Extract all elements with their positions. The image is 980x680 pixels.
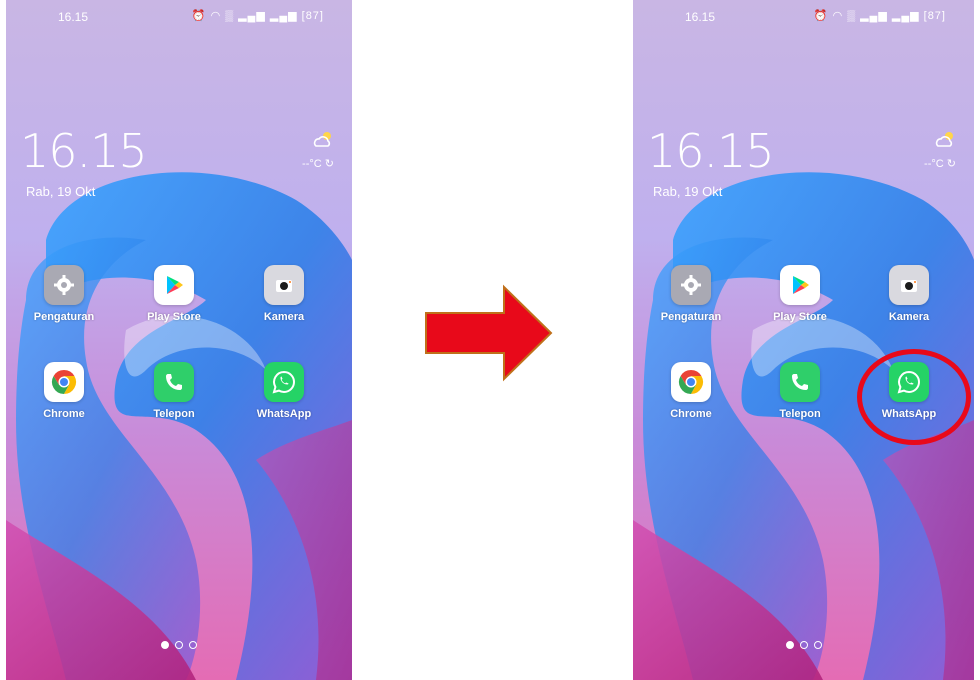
wallpaper <box>633 0 974 680</box>
page-dot[interactable] <box>799 641 808 649</box>
app-play-store[interactable]: Play Store <box>760 265 840 323</box>
page-dot[interactable] <box>785 641 794 649</box>
phone-screen-after: 16.15 ⏰ ◠ ▒ ▂▄▆ ▂▄▆ [87] 16.15 Rab, 19 O… <box>633 0 974 680</box>
highlight-circle <box>857 349 971 445</box>
app-label: Pengaturan <box>660 311 722 323</box>
app-pengaturan[interactable]: Pengaturan <box>24 265 104 323</box>
clock-widget[interactable]: 16.15 <box>20 124 148 178</box>
page-indicator[interactable] <box>6 636 352 654</box>
page-dot[interactable] <box>161 641 169 649</box>
app-label: Play Store <box>147 311 201 323</box>
app-label: Pengaturan <box>33 311 95 323</box>
weather-widget[interactable]: --°C ↻ <box>924 130 956 170</box>
chrome-icon <box>671 362 711 402</box>
date-label: Rab, 19 Okt <box>26 184 96 199</box>
chrome-icon <box>44 362 84 402</box>
app-label: Play Store <box>773 311 827 323</box>
status-icons: ⏰ ◠ ▒ ▂▄▆ ▂▄▆ [87] <box>813 10 946 22</box>
app-chrome[interactable]: Chrome <box>24 362 104 420</box>
phone-icon <box>154 362 194 402</box>
wallpaper <box>6 0 352 680</box>
app-telepon[interactable]: Telepon <box>760 362 840 420</box>
camera-icon <box>889 265 929 305</box>
date-label: Rab, 19 Okt <box>653 184 723 199</box>
whatsapp-icon <box>264 362 304 402</box>
status-icons: ⏰ ◠ ▒ ▂▄▆ ▂▄▆ [87] <box>191 10 324 22</box>
settings-gear-icon <box>44 265 84 305</box>
app-telepon[interactable]: Telepon <box>134 362 214 420</box>
app-label: Telepon <box>779 408 821 420</box>
phone-icon <box>780 362 820 402</box>
weather-temp: --°C ↻ <box>924 158 956 170</box>
app-play-store[interactable]: Play Store <box>134 265 214 323</box>
app-whatsapp[interactable]: WhatsApp <box>244 362 324 420</box>
app-kamera[interactable]: Kamera <box>244 265 324 323</box>
settings-gear-icon <box>671 265 711 305</box>
app-label: Chrome <box>670 408 712 420</box>
status-time: 16.15 <box>685 10 716 24</box>
app-pengaturan[interactable]: Pengaturan <box>651 265 731 323</box>
app-label: Kamera <box>263 311 305 323</box>
page-dot[interactable] <box>189 641 197 649</box>
play-store-icon <box>780 265 820 305</box>
play-store-icon <box>154 265 194 305</box>
app-label: WhatsApp <box>256 408 312 420</box>
app-label: Kamera <box>888 311 930 323</box>
camera-icon <box>264 265 304 305</box>
app-label: Telepon <box>153 408 195 420</box>
app-kamera[interactable]: Kamera <box>869 265 949 323</box>
phone-screen-before: 16.15 ⏰ ◠ ▒ ▂▄▆ ▂▄▆ [87] 16.15 Rab, 19 O… <box>6 0 352 680</box>
right-arrow-icon <box>425 284 553 382</box>
clock-widget[interactable]: 16.15 <box>647 124 775 178</box>
page-indicator[interactable] <box>633 636 974 654</box>
status-bar: 16.15 ⏰ ◠ ▒ ▂▄▆ ▂▄▆ [87] <box>633 0 974 34</box>
weather-widget[interactable]: --°C ↻ <box>302 130 334 170</box>
status-bar: 16.15 ⏰ ◠ ▒ ▂▄▆ ▂▄▆ [87] <box>6 0 352 34</box>
page-dot[interactable] <box>813 641 822 649</box>
weather-temp: --°C ↻ <box>302 158 334 170</box>
status-time: 16.15 <box>58 10 89 24</box>
cloud-sun-icon <box>313 132 331 147</box>
cloud-sun-icon <box>935 132 953 147</box>
app-chrome[interactable]: Chrome <box>651 362 731 420</box>
app-label: Chrome <box>43 408 85 420</box>
page-dot[interactable] <box>175 641 183 649</box>
